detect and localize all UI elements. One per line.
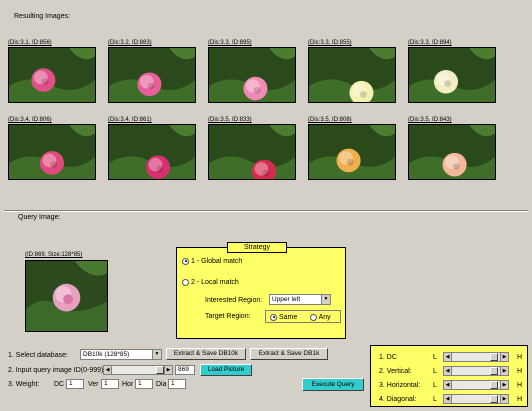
target-any-label: Any — [318, 314, 331, 321]
global-match-label: 1 - Global match — [190, 258, 243, 265]
slider-left-arrow-icon[interactable]: ◀ — [104, 366, 112, 374]
weight-high-label: H — [517, 396, 523, 403]
weight-high-label: H — [517, 382, 523, 389]
weight-low-label: L — [433, 396, 437, 403]
slider-left-arrow-icon[interactable]: ◀ — [444, 395, 452, 403]
slider-thumb[interactable] — [490, 353, 498, 361]
select-database-label: 1. Select database: — [8, 352, 68, 359]
weight-row-label: 4. Diagonal: — [379, 396, 417, 403]
result-thumbnail[interactable] — [108, 47, 196, 103]
dc-weight-label: DC — [54, 381, 65, 388]
weight-slider[interactable]: ◀ ▶ — [443, 352, 509, 362]
result-thumbnail[interactable] — [8, 124, 96, 180]
execute-query-button[interactable]: Execute Query — [302, 378, 364, 391]
target-region-group: Same Any — [265, 310, 341, 323]
slider-right-arrow-icon[interactable]: ▶ — [500, 353, 508, 361]
result-caption: (Dis:3.5, ID:843) — [408, 117, 452, 123]
query-id-input[interactable]: 869 — [175, 365, 195, 375]
target-same-label: Same — [278, 314, 298, 321]
weight-label: 3. Weight: — [8, 381, 40, 388]
slider-right-arrow-icon[interactable]: ▶ — [164, 366, 172, 374]
target-same-option[interactable]: Same — [270, 313, 297, 322]
database-select-value: DB10k (128*85) — [83, 351, 130, 358]
ver-weight-input[interactable]: 1 — [101, 379, 119, 389]
weight-high-label: H — [517, 368, 523, 375]
hor-weight-label: Hor — [122, 381, 134, 388]
extract-db1k-button[interactable]: Extract & Save DB1k — [250, 348, 328, 360]
weight-slider[interactable]: ◀ ▶ — [443, 394, 509, 404]
local-match-option[interactable]: 2 - Local match — [182, 278, 239, 287]
weight-slider[interactable]: ◀ ▶ — [443, 380, 509, 390]
result-caption: (Dis:3.3, ID:894) — [408, 40, 452, 46]
result-thumbnail[interactable] — [8, 47, 96, 103]
result-thumbnail[interactable] — [208, 124, 296, 180]
query-id-label: 2. Input query image ID(0-999): — [8, 367, 106, 374]
strategy-panel: Strategy 1 - Global match 2 - Local matc… — [176, 242, 346, 339]
results-section-label: Resulting Images: — [14, 13, 71, 20]
slider-right-arrow-icon[interactable]: ▶ — [500, 395, 508, 403]
local-match-radio[interactable] — [182, 278, 189, 286]
result-caption: (Dis:3.4, ID:861) — [108, 117, 152, 123]
slider-left-arrow-icon[interactable]: ◀ — [444, 381, 452, 389]
target-same-radio[interactable] — [270, 313, 277, 321]
result-caption: (Dis:3.4, ID:806) — [8, 117, 52, 123]
result-caption: (Dis:3.1, ID:856) — [8, 40, 52, 46]
query-section-label: Query Image: — [18, 214, 61, 221]
target-any-radio[interactable] — [310, 313, 317, 321]
result-thumbnail[interactable] — [308, 124, 396, 180]
ver-weight-label: Ver — [88, 381, 99, 388]
dc-weight-input[interactable]: 1 — [66, 379, 84, 389]
hor-weight-input[interactable]: 1 — [135, 379, 153, 389]
weight-low-label: L — [433, 368, 437, 375]
weights-panel: 1. DC L ◀ ▶ H 2. Vertical: L ◀ ▶ H 3. Horizontal: L… — [370, 345, 528, 407]
result-caption: (Dis:3.5, ID:833) — [208, 117, 252, 123]
interested-region-select[interactable]: Upper left ▼ — [269, 294, 331, 305]
global-match-option[interactable]: 1 - Global match — [182, 257, 242, 266]
weight-slider[interactable]: ◀ ▶ — [443, 366, 509, 376]
result-thumbnail[interactable] — [208, 47, 296, 103]
result-thumbnail[interactable] — [408, 47, 496, 103]
local-match-label: 2 - Local match — [190, 279, 239, 286]
target-any-option[interactable]: Any — [310, 313, 331, 322]
dia-weight-label: Dia — [156, 381, 167, 388]
global-match-radio[interactable] — [182, 257, 189, 265]
load-picture-button[interactable]: Load Picture — [200, 364, 252, 376]
query-image — [25, 260, 108, 332]
slider-left-arrow-icon[interactable]: ◀ — [444, 353, 452, 361]
database-select[interactable]: DB10k (128*85) ▼ — [80, 349, 162, 360]
strategy-title: Strategy — [227, 242, 287, 253]
result-thumbnail[interactable] — [308, 47, 396, 103]
result-caption: (Dis:3.3, ID:895) — [208, 40, 252, 46]
weight-row-label: 3. Horizontal: — [379, 382, 421, 389]
result-thumbnail[interactable] — [108, 124, 196, 180]
weight-row-label: 2. Vertical: — [379, 368, 412, 375]
dia-weight-input[interactable]: 1 — [168, 379, 186, 389]
slider-thumb[interactable] — [490, 381, 498, 389]
slider-right-arrow-icon[interactable]: ▶ — [500, 367, 508, 375]
weight-low-label: L — [433, 354, 437, 361]
extract-db10k-button[interactable]: Extract & Save DB10k — [166, 348, 246, 360]
slider-thumb[interactable] — [490, 395, 498, 403]
weight-row-label: 1. DC — [379, 354, 397, 361]
section-divider — [4, 210, 528, 212]
query-image-caption: (ID:869, Size:128*85) — [25, 252, 83, 258]
weight-high-label: H — [517, 354, 523, 361]
result-caption: (Dis:3.5, ID:808) — [308, 117, 352, 123]
chevron-down-icon[interactable]: ▼ — [152, 350, 161, 359]
result-caption: (Dis:3.3, ID:855) — [308, 40, 352, 46]
query-id-slider[interactable]: ◀ ▶ — [103, 365, 173, 375]
result-thumbnail[interactable] — [408, 124, 496, 180]
result-caption: (Dis:3.2, ID:883) — [108, 40, 152, 46]
slider-left-arrow-icon[interactable]: ◀ — [444, 367, 452, 375]
weight-low-label: L — [433, 382, 437, 389]
chevron-down-icon[interactable]: ▼ — [321, 295, 330, 304]
interested-region-label: Interested Region: — [205, 297, 263, 304]
slider-right-arrow-icon[interactable]: ▶ — [500, 381, 508, 389]
slider-thumb[interactable] — [156, 366, 164, 374]
slider-thumb[interactable] — [490, 367, 498, 375]
interested-region-value: Upper left — [272, 296, 301, 303]
target-region-label: Target Region: — [205, 313, 251, 320]
